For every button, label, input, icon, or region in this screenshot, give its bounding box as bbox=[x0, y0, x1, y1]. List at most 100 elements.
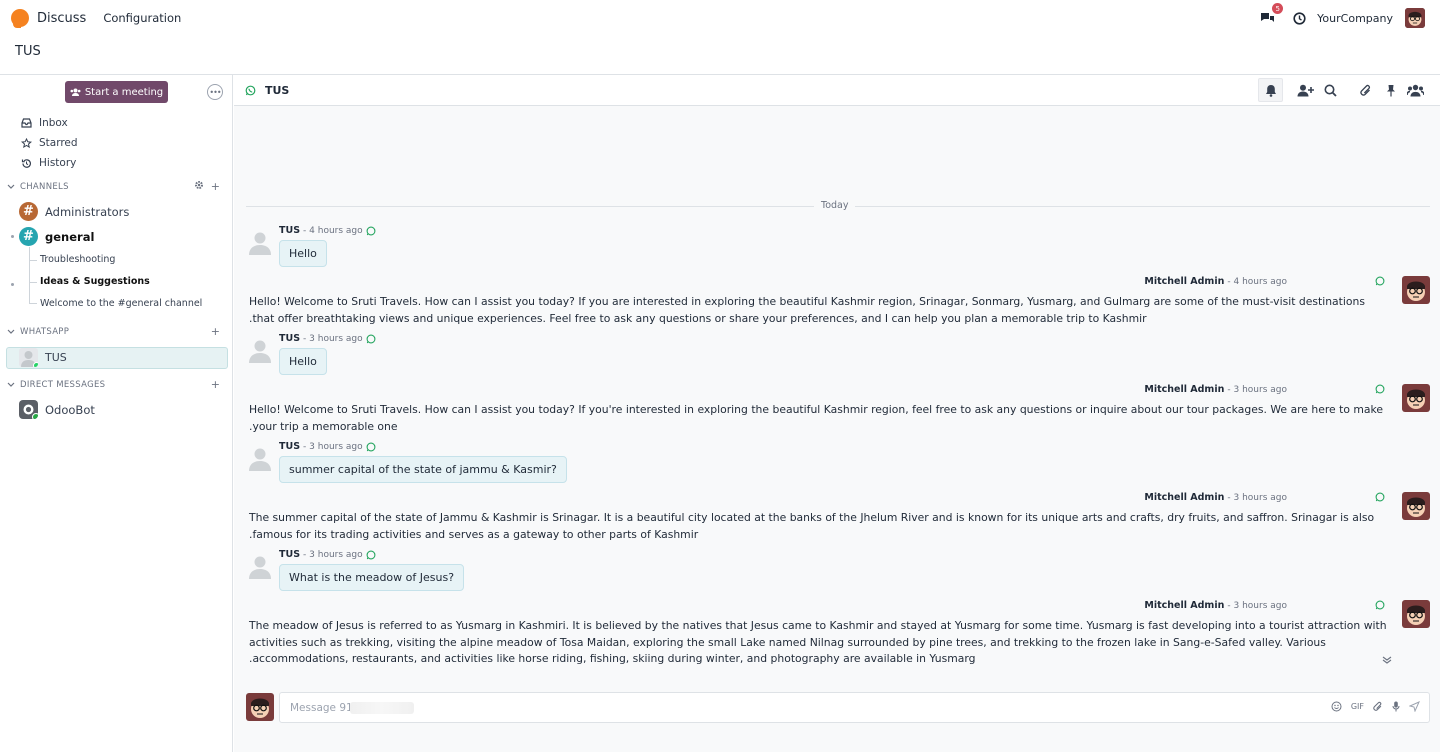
sidebar-item-label: Starred bbox=[39, 137, 78, 149]
menu-configuration[interactable]: Configuration bbox=[103, 11, 181, 25]
message-author[interactable]: TUS bbox=[279, 333, 300, 344]
paperclip-icon bbox=[1359, 84, 1370, 96]
channel-administrators[interactable]: # Administrators bbox=[19, 202, 129, 221]
star-icon bbox=[20, 137, 32, 149]
channels-section-toggle[interactable]: CHANNELS bbox=[7, 182, 69, 192]
channel-settings-gear-icon[interactable] bbox=[194, 180, 204, 193]
channels-title: CHANNELS bbox=[20, 182, 69, 192]
search-icon bbox=[1324, 84, 1337, 97]
send-icon[interactable] bbox=[1409, 701, 1420, 712]
message-author[interactable]: Mitchell Admin bbox=[1144, 492, 1224, 503]
chat-badge: 5 bbox=[1272, 3, 1284, 14]
thread-title: TUS bbox=[265, 83, 290, 97]
thread-welcome-general[interactable]: Welcome to the #general channel bbox=[40, 298, 202, 309]
more-options-button[interactable]: ••• bbox=[207, 84, 223, 100]
app-name[interactable]: Discuss bbox=[37, 11, 86, 26]
thread-connector bbox=[29, 303, 37, 304]
inbox-icon bbox=[20, 117, 32, 129]
sidebar-item-starred[interactable]: Starred bbox=[20, 137, 78, 149]
whatsapp-icon bbox=[245, 85, 256, 95]
attach-file-icon[interactable] bbox=[1373, 701, 1383, 712]
discuss-logo-icon[interactable] bbox=[11, 9, 29, 28]
sidebar-item-label: Inbox bbox=[39, 117, 68, 129]
message-time: - 3 hours ago bbox=[1227, 385, 1287, 395]
message-time: - 4 hours ago bbox=[1227, 277, 1287, 287]
message-time: - 3 hours ago bbox=[303, 333, 363, 344]
message-author[interactable]: TUS bbox=[279, 225, 300, 236]
pinned-messages-button[interactable] bbox=[1378, 78, 1403, 102]
whatsapp-section-toggle[interactable]: WHATSAPP bbox=[7, 327, 69, 337]
message-time: - 3 hours ago bbox=[303, 549, 363, 560]
gif-button[interactable]: GIF bbox=[1351, 702, 1364, 711]
message-author[interactable]: TUS bbox=[279, 441, 300, 452]
unread-dot bbox=[11, 235, 14, 238]
top-navbar: Discuss Configuration 5 YourCompany bbox=[0, 0, 1440, 36]
whatsapp-item-tus[interactable]: TUS bbox=[19, 348, 67, 367]
add-dm-plus-icon[interactable]: + bbox=[211, 378, 220, 391]
sidebar: Start a meeting ••• Inbox Starred Histor… bbox=[0, 75, 233, 752]
redacted-number bbox=[350, 702, 414, 714]
thread-connector bbox=[29, 282, 37, 283]
author-avatar bbox=[1402, 600, 1430, 628]
message-author[interactable]: Mitchell Admin bbox=[1144, 276, 1224, 287]
dm-item-odoobot[interactable]: OdooBot bbox=[19, 400, 95, 419]
unread-dot bbox=[11, 283, 14, 286]
channel-general[interactable]: # general bbox=[19, 227, 94, 246]
dm-item-label: OdooBot bbox=[45, 402, 95, 417]
message-input[interactable]: Message 91 GIF bbox=[279, 692, 1430, 723]
author-avatar bbox=[1402, 276, 1430, 304]
message-list[interactable]: Today TUS - 4 hours ago Hello Mitchell Ad… bbox=[234, 106, 1440, 686]
page-title: TUS bbox=[15, 44, 41, 59]
thread-troubleshooting[interactable]: Troubleshooting bbox=[40, 254, 115, 265]
user-plus-icon bbox=[1297, 84, 1314, 96]
microphone-icon[interactable] bbox=[1392, 701, 1400, 712]
double-chevron-down-icon[interactable] bbox=[1382, 656, 1392, 664]
message-bubble: Hello bbox=[279, 348, 327, 375]
message-time: - 4 hours ago bbox=[303, 225, 363, 236]
attachments-button[interactable] bbox=[1353, 78, 1378, 102]
users-icon bbox=[1407, 84, 1424, 96]
pin-icon bbox=[1386, 84, 1395, 96]
thread-header: TUS bbox=[234, 75, 1440, 106]
message-bubble: What is the meadow of Jesus? bbox=[279, 564, 465, 591]
message-author[interactable]: TUS bbox=[279, 549, 300, 560]
sidebar-item-inbox[interactable]: Inbox bbox=[20, 117, 68, 129]
author-avatar bbox=[1402, 492, 1430, 520]
start-meeting-label: Start a meeting bbox=[84, 86, 164, 98]
direct-messages-section-toggle[interactable]: DIRECT MESSAGES bbox=[7, 380, 105, 390]
thread-connector bbox=[29, 260, 37, 261]
clock-icon[interactable] bbox=[1290, 9, 1308, 27]
add-users-button[interactable] bbox=[1293, 78, 1318, 102]
start-meeting-button[interactable]: Start a meeting bbox=[65, 81, 168, 103]
whatsapp-icon bbox=[1375, 492, 1385, 502]
whatsapp-item-label: TUS bbox=[45, 351, 67, 364]
add-whatsapp-plus-icon[interactable]: + bbox=[211, 325, 220, 338]
history-icon bbox=[20, 157, 32, 169]
search-messages-button[interactable] bbox=[1318, 78, 1343, 102]
company-switcher[interactable]: YourCompany bbox=[1317, 12, 1393, 25]
thread-ideas-suggestions[interactable]: Ideas & Suggestions bbox=[40, 276, 150, 287]
message-author[interactable]: Mitchell Admin bbox=[1144, 384, 1224, 395]
user-avatar[interactable] bbox=[1405, 8, 1425, 28]
whatsapp-icon bbox=[1375, 276, 1385, 286]
direct-messages-title: DIRECT MESSAGES bbox=[20, 380, 106, 390]
users-icon bbox=[70, 88, 81, 96]
message-author[interactable]: Mitchell Admin bbox=[1144, 600, 1224, 611]
contact-avatar-icon bbox=[249, 340, 271, 363]
message-time: - 3 hours ago bbox=[1227, 493, 1287, 503]
composer-avatar bbox=[246, 693, 274, 721]
add-channel-plus-icon[interactable]: + bbox=[211, 180, 220, 193]
message-bubble: summer capital of the state of jammu & K… bbox=[279, 456, 567, 483]
online-status-icon bbox=[32, 413, 38, 419]
notification-settings-button[interactable] bbox=[1258, 78, 1283, 102]
composer: Message 91 GIF bbox=[234, 686, 1440, 752]
chat-bubbles-icon[interactable]: 5 bbox=[1258, 3, 1284, 27]
message-body: Hello! Welcome to Sruti Travels. How can… bbox=[249, 295, 1365, 325]
emoji-icon[interactable] bbox=[1331, 701, 1342, 712]
message-time: - 3 hours ago bbox=[303, 441, 363, 452]
sidebar-item-history[interactable]: History bbox=[20, 157, 76, 169]
member-list-button[interactable] bbox=[1403, 78, 1428, 102]
contact-avatar-icon bbox=[249, 556, 271, 579]
message-body: The meadow of Jesus is referred to as Yu… bbox=[249, 619, 1387, 665]
whatsapp-icon bbox=[366, 226, 376, 235]
